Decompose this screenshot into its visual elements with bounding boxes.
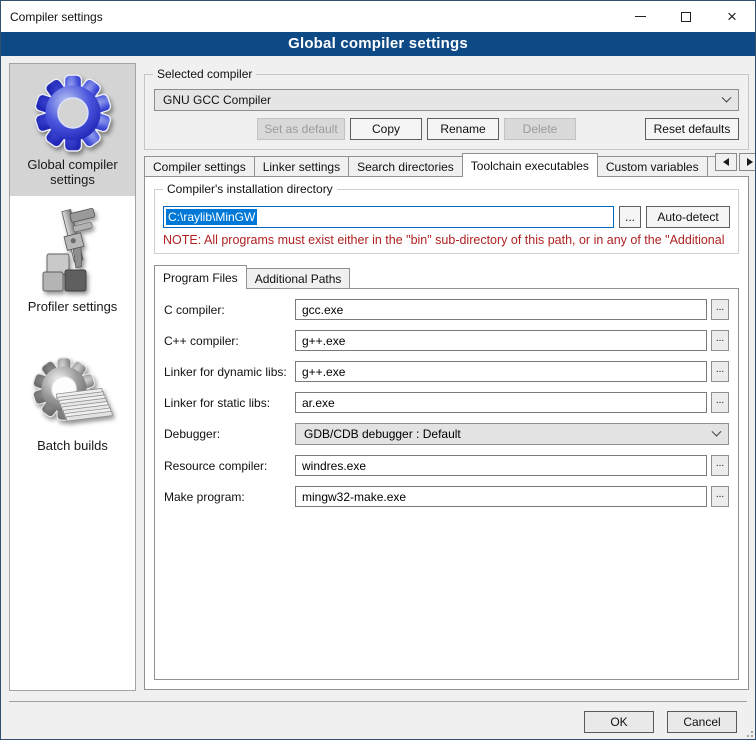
form-row-cpp-compiler: C++ compiler: g++.exe ... bbox=[164, 330, 729, 351]
chevron-down-icon bbox=[712, 426, 722, 436]
minimize-button[interactable] bbox=[617, 1, 663, 32]
form-row-debugger: Debugger: GDB/CDB debugger : Default bbox=[164, 423, 729, 445]
resource-compiler-input[interactable]: windres.exe bbox=[295, 455, 707, 476]
selected-compiler-legend: Selected compiler bbox=[153, 67, 256, 81]
tab-toolchain-executables[interactable]: Toolchain executables bbox=[462, 153, 598, 177]
cancel-button[interactable]: Cancel bbox=[667, 711, 737, 733]
installation-directory-selected-text: C:\raylib\MinGW bbox=[166, 209, 257, 225]
resize-grip[interactable] bbox=[743, 727, 753, 737]
reset-defaults-button[interactable]: Reset defaults bbox=[645, 118, 739, 140]
window-title: Compiler settings bbox=[1, 10, 103, 24]
rename-button[interactable]: Rename bbox=[427, 118, 499, 140]
form-row-make-program: Make program: mingw32-make.exe ... bbox=[164, 486, 729, 507]
tab-program-files[interactable]: Program Files bbox=[154, 265, 247, 289]
field-label: Resource compiler: bbox=[164, 459, 295, 473]
installation-directory-group: Compiler's installation directory C:\ray… bbox=[154, 189, 739, 254]
browse-directory-button[interactable]: ... bbox=[619, 206, 641, 228]
compiler-settings-dialog: Compiler settings × Global compiler sett… bbox=[0, 0, 756, 740]
compiler-select-value: GNU GCC Compiler bbox=[163, 93, 271, 107]
chevron-down-icon bbox=[722, 92, 732, 102]
static-linker-browse-button[interactable]: ... bbox=[711, 392, 729, 413]
maximize-button[interactable] bbox=[663, 1, 709, 32]
auto-detect-button[interactable]: Auto-detect bbox=[646, 206, 730, 228]
sidebar-item-label: Profiler settings bbox=[10, 296, 135, 323]
installation-directory-input[interactable]: C:\raylib\MinGW bbox=[163, 206, 614, 228]
copy-button[interactable]: Copy bbox=[350, 118, 422, 140]
sidebar-item-batch-builds[interactable]: Batch builds bbox=[10, 347, 135, 462]
resource-compiler-browse-button[interactable]: ... bbox=[711, 455, 729, 476]
form-row-c-compiler: C compiler: gcc.exe ... bbox=[164, 299, 729, 320]
footer-divider bbox=[9, 701, 747, 702]
blue-gear-icon bbox=[32, 72, 114, 154]
sidebar-item-global-compiler-settings[interactable]: Global compiler settings bbox=[10, 64, 135, 196]
program-tabs: Program Files Additional Paths bbox=[154, 263, 739, 288]
sidebar-item-label: Global compiler settings bbox=[10, 154, 135, 196]
gray-gear-stack-icon bbox=[32, 355, 114, 435]
tab-scroll-buttons bbox=[715, 153, 756, 171]
field-label: Linker for static libs: bbox=[164, 396, 295, 410]
tab-scroll-left-button[interactable] bbox=[715, 153, 737, 171]
delete-button[interactable]: Delete bbox=[504, 118, 576, 140]
form-row-static-linker: Linker for static libs: ar.exe ... bbox=[164, 392, 729, 413]
window-controls: × bbox=[617, 1, 755, 32]
make-program-input[interactable]: mingw32-make.exe bbox=[295, 486, 707, 507]
caliper-icon bbox=[33, 208, 113, 296]
selected-compiler-group: Selected compiler GNU GCC Compiler Set a… bbox=[144, 74, 749, 150]
tab-compiler-settings[interactable]: Compiler settings bbox=[144, 156, 255, 176]
close-icon: × bbox=[727, 8, 737, 25]
field-label: Make program: bbox=[164, 490, 295, 504]
tab-linker-settings[interactable]: Linker settings bbox=[254, 156, 349, 176]
toolchain-executables-pane: Compiler's installation directory C:\ray… bbox=[144, 176, 749, 690]
dynamic-linker-input[interactable]: g++.exe bbox=[295, 361, 707, 382]
close-button[interactable]: × bbox=[709, 1, 755, 32]
sidebar-item-label: Batch builds bbox=[10, 435, 135, 462]
debugger-select-value: GDB/CDB debugger : Default bbox=[304, 427, 461, 441]
dynamic-linker-browse-button[interactable]: ... bbox=[711, 361, 729, 382]
make-program-browse-button[interactable]: ... bbox=[711, 486, 729, 507]
minimize-icon bbox=[635, 16, 646, 17]
main-content: Selected compiler GNU GCC Compiler Set a… bbox=[144, 63, 749, 690]
debugger-select[interactable]: GDB/CDB debugger : Default bbox=[295, 423, 729, 445]
ok-button[interactable]: OK bbox=[584, 711, 654, 733]
sidebar-item-profiler-settings[interactable]: Profiler settings bbox=[10, 200, 135, 323]
cpp-compiler-input[interactable]: g++.exe bbox=[295, 330, 707, 351]
form-row-dynamic-linker: Linker for dynamic libs: g++.exe ... bbox=[164, 361, 729, 382]
installation-directory-legend: Compiler's installation directory bbox=[163, 182, 337, 196]
tab-search-directories[interactable]: Search directories bbox=[348, 156, 463, 176]
field-label: C compiler: bbox=[164, 303, 295, 317]
field-label: Linker for dynamic libs: bbox=[164, 365, 295, 379]
arrow-right-icon bbox=[747, 158, 753, 166]
compiler-select[interactable]: GNU GCC Compiler bbox=[154, 89, 739, 111]
tab-custom-variables[interactable]: Custom variables bbox=[597, 156, 708, 176]
page-title: Global compiler settings bbox=[1, 32, 755, 56]
c-compiler-input[interactable]: gcc.exe bbox=[295, 299, 707, 320]
static-linker-input[interactable]: ar.exe bbox=[295, 392, 707, 413]
program-files-pane: C compiler: gcc.exe ... C++ compiler: g+… bbox=[154, 288, 739, 680]
compiler-actions: Set as default Copy Rename Delete Reset … bbox=[154, 118, 739, 140]
maximize-icon bbox=[681, 12, 691, 22]
field-label: C++ compiler: bbox=[164, 334, 295, 348]
settings-tabs: Compiler settings Linker settings Search… bbox=[144, 151, 749, 176]
arrow-left-icon bbox=[723, 158, 729, 166]
field-label: Debugger: bbox=[164, 427, 295, 441]
titlebar: Compiler settings × bbox=[1, 1, 755, 32]
bin-subdirectory-note: NOTE: All programs must exist either in … bbox=[163, 233, 730, 247]
settings-category-sidebar: Global compiler settings bbox=[9, 63, 136, 691]
cpp-compiler-browse-button[interactable]: ... bbox=[711, 330, 729, 351]
dialog-buttons: OK Cancel bbox=[584, 711, 737, 733]
c-compiler-browse-button[interactable]: ... bbox=[711, 299, 729, 320]
set-as-default-button[interactable]: Set as default bbox=[257, 118, 345, 140]
tab-additional-paths[interactable]: Additional Paths bbox=[246, 268, 351, 288]
tab-scroll-right-button[interactable] bbox=[739, 153, 756, 171]
installation-directory-row: C:\raylib\MinGW ... Auto-detect bbox=[163, 206, 730, 228]
form-row-resource-compiler: Resource compiler: windres.exe ... bbox=[164, 455, 729, 476]
